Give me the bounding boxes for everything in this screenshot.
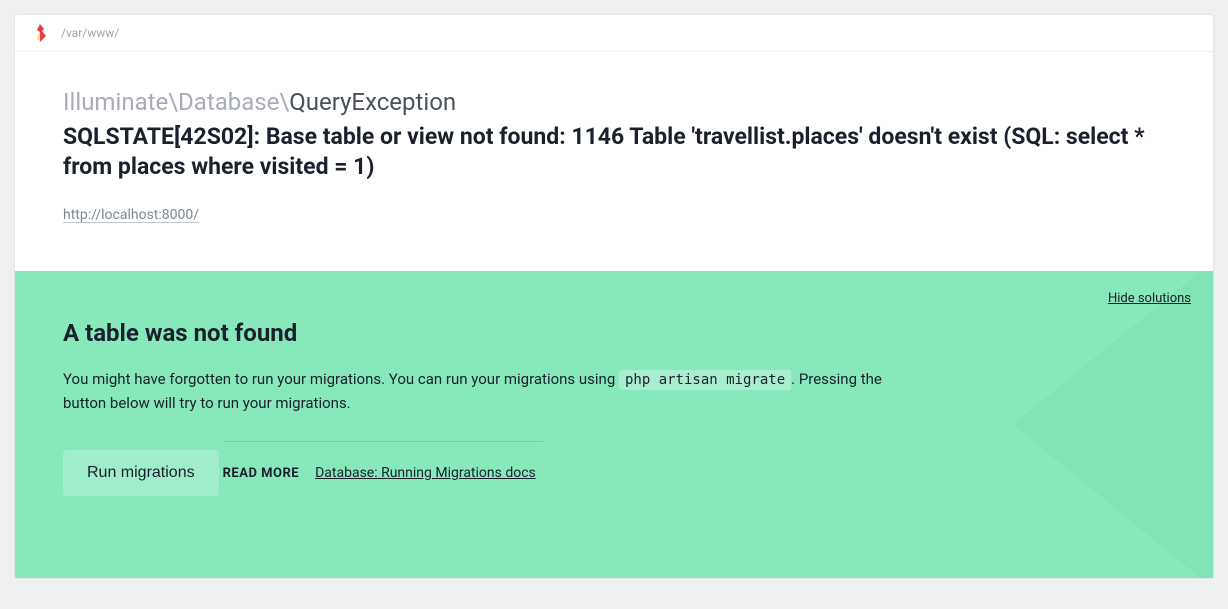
exception-title: Illuminate\Database\QueryException [63,88,1165,116]
readmore-section: READ MORE Database: Running Migrations d… [223,441,543,481]
solution-command: php artisan migrate [619,370,791,390]
exception-class: QueryException [289,88,456,116]
request-url-link[interactable]: http://localhost:8000/ [63,207,199,223]
header-bar: /var/www/ [15,15,1213,52]
readmore-link[interactable]: Database: Running Migrations docs [315,465,536,481]
solution-text-before: You might have forgotten to run your mig… [63,370,619,388]
error-section: Illuminate\Database\QueryException SQLST… [15,52,1213,271]
breadcrumb: /var/www/ [61,26,119,40]
hide-solutions-link[interactable]: Hide solutions [1108,291,1191,306]
run-migrations-button[interactable]: Run migrations [63,450,219,496]
ignition-logo-icon [33,24,47,42]
error-message: SQLSTATE[42S02]: Base table or view not … [63,122,1165,182]
readmore-label: READ MORE [223,466,300,481]
solution-title: A table was not found [63,319,1165,347]
solution-description: You might have forgotten to run your mig… [63,367,883,415]
solution-panel: Hide solutions A table was not found You… [15,271,1213,578]
exception-namespace: Illuminate\Database\ [63,88,289,116]
